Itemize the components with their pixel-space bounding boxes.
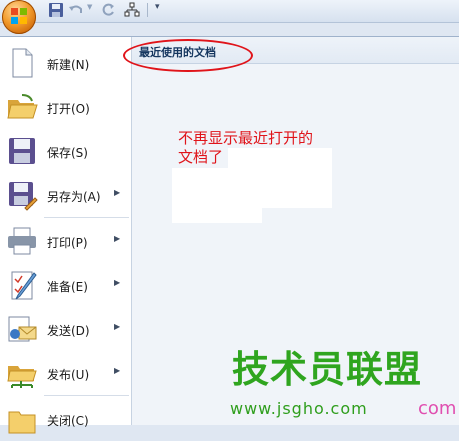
toolbar-separator [147,3,148,17]
undo-icon[interactable] [68,2,84,18]
prepare-icon [11,271,37,300]
send-icon [8,316,37,342]
blank-patch [172,168,262,223]
watermark-title: 技术员联盟 [232,348,422,391]
menu-item-label: 打开(O) [47,102,90,116]
menu-item-send[interactable]: 发送(D) ▶ [0,307,131,351]
submenu-arrow-icon: ▶ [114,278,121,287]
menu-item-label: 另存为(A) [47,190,101,204]
new-document-icon [12,48,33,78]
menu-item-prepare[interactable]: 准备(E) ▶ [0,263,131,307]
menu-item-label: 打印(P) [47,236,88,250]
save-icon[interactable] [48,2,64,18]
customize-dropdown-icon[interactable]: ▾ [155,2,160,12]
menu-item-label: 准备(E) [47,280,88,294]
menu-item-label: 关闭(C) [47,414,89,428]
watermark-suffix: com [418,398,457,419]
menu-item-save-as[interactable]: 另存为(A) ▶ [0,173,131,217]
annotation-line-1: 不再显示最近打开的 [178,129,314,147]
save-disk-icon [9,138,35,164]
menu-item-label: 发送(D) [47,324,90,338]
office-logo-icon [11,8,27,24]
close-folder-icon [8,411,36,434]
menu-item-publish[interactable]: 发布(U) ▶ [0,351,131,395]
org-chart-icon[interactable] [124,2,140,18]
menu-item-label: 发布(U) [47,368,90,382]
menu-item-close[interactable]: 关闭(C) [0,397,131,441]
open-folder-icon [7,94,38,119]
menu-command-list: 新建(N) 打开(O) 保存(S) 另存为(A) ▶ 打印(P) ▶ 准备(E)… [0,37,132,434]
menu-item-new[interactable]: 新建(N) [0,41,131,85]
menu-separator [44,395,129,396]
menu-item-label: 保存(S) [47,146,88,160]
menu-item-save[interactable]: 保存(S) [0,129,131,173]
submenu-arrow-icon: ▶ [114,322,121,331]
redo-icon[interactable] [101,2,117,18]
highlight-ellipse [123,39,253,72]
watermark-url: www.jsgho.com [230,399,368,418]
submenu-arrow-icon: ▶ [114,366,121,375]
save-as-icon [9,182,38,211]
menu-item-print[interactable]: 打印(P) ▶ [0,219,131,263]
menu-item-open[interactable]: 打开(O) [0,85,131,129]
menu-item-label: 新建(N) [47,58,90,72]
office-button[interactable] [0,0,40,38]
menu-separator [44,217,129,218]
publish-icon [7,366,37,388]
undo-dropdown-icon[interactable]: ▼ [87,3,92,11]
printer-icon [8,227,36,255]
submenu-arrow-icon: ▶ [114,234,121,243]
submenu-arrow-icon: ▶ [114,188,121,197]
quick-access-toolbar: ▼ ▾ [0,0,459,23]
